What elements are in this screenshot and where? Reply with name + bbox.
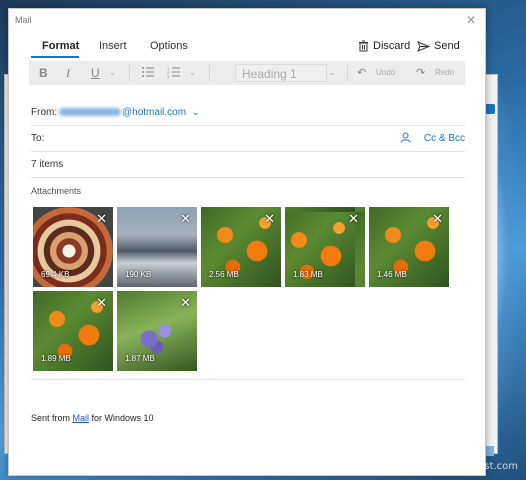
email-body-signature[interactable]: Sent from Mail for Windows 10 [31,413,154,423]
cc-bcc-button[interactable]: Cc & Bcc [400,132,465,144]
body-divider [31,379,465,380]
discard-label: Discard [373,40,411,52]
undo-label[interactable]: Undo [376,68,395,77]
active-tab-indicator [31,56,79,58]
attachment-size: 1.83 MB [293,270,323,279]
toolbar-divider [129,65,130,81]
cc-bcc-label: Cc & Bcc [423,133,465,144]
to-row: To: Cc & Bcc [31,126,465,152]
redo-icon[interactable]: ↷ [416,66,425,79]
svg-text:3: 3 [167,74,170,79]
tab-insert[interactable]: Insert [99,40,127,52]
chevron-down-icon: ⌄ [191,107,200,117]
from-account-selector[interactable]: @hotmail.com ⌄ [59,107,199,118]
attachment-thumbnail[interactable]: 2.56 MB ✕ [201,207,281,287]
attachment-size: 190 KB [125,270,152,279]
window-title: Mail [15,15,32,25]
attachment-thumbnail[interactable]: 1.87 MB ✕ [117,291,197,371]
mail-app-link[interactable]: Mail [73,413,90,423]
heading-style-dropdown[interactable]: Heading 1 [235,64,327,82]
discard-button[interactable]: Discard [358,40,410,52]
bullets-icon[interactable] [141,65,155,82]
contact-person-icon [400,132,411,143]
remove-attachment-icon[interactable]: ✕ [180,295,191,311]
from-label: From: [31,107,58,118]
chevron-down-icon[interactable]: ⌄ [189,68,196,77]
mail-compose-window: Mail ✕ Format Insert Options Discard Sen… [8,8,486,476]
ribbon-tabs: Format Insert Options Discard Send [9,37,485,59]
chevron-down-icon[interactable]: ⌄ [329,68,336,77]
background-scrollbar [486,446,494,456]
from-address: @hotmail.com [122,107,187,118]
send-button[interactable]: Send [417,40,460,52]
format-toolbar: B I U ⌄ 123 ⌄ Heading 1 ⌄ ↶ Undo ↷ Redo [29,61,465,85]
trash-icon [359,40,368,52]
italic-button[interactable]: I [66,66,70,81]
toolbar-divider [347,65,348,81]
signature-prefix: Sent from [31,413,73,423]
attachment-size: 1.89 MB [41,354,71,363]
bold-button[interactable]: B [39,66,48,80]
watermark: groovyPost.com [438,461,518,472]
send-icon [417,40,430,52]
undo-icon[interactable]: ↶ [357,66,366,79]
redacted-username [59,108,121,117]
signature-suffix: for Windows 10 [89,413,154,423]
title-bar: Mail ✕ [9,9,485,31]
attachments-label: Attachments [31,186,82,196]
remove-attachment-icon[interactable]: ✕ [264,211,275,227]
subject-row: 7 items [31,152,465,178]
numbering-icon[interactable]: 123 [167,65,181,82]
attachment-size: 69.4 KB [41,270,70,279]
close-window-icon[interactable]: ✕ [466,13,476,27]
chevron-down-icon[interactable]: ⌄ [109,68,116,77]
attachment-thumbnail[interactable]: 190 KB ✕ [117,207,197,287]
attachment-thumbnail[interactable]: 1.46 MB ✕ [369,207,449,287]
tab-format[interactable]: Format [42,40,79,52]
attachment-thumbnail[interactable]: 1.83 MB ✕ [285,207,365,287]
toolbar-divider [209,65,210,81]
underline-button[interactable]: U [91,66,100,80]
remove-attachment-icon[interactable]: ✕ [180,211,191,227]
attachment-thumbnail[interactable]: 1.89 MB ✕ [33,291,113,371]
remove-attachment-icon[interactable]: ✕ [432,211,443,227]
from-row: From: @hotmail.com ⌄ [31,100,465,126]
tab-options[interactable]: Options [150,40,188,52]
remove-attachment-icon[interactable]: ✕ [96,211,107,227]
attachment-size: 2.56 MB [209,270,239,279]
send-label: Send [434,40,460,52]
attachment-thumbnail[interactable]: 69.4 KB ✕ [33,207,113,287]
remove-attachment-icon[interactable]: ✕ [348,211,359,227]
attachment-size: 1.46 MB [377,270,407,279]
subject-field[interactable]: 7 items [31,159,63,170]
redo-label[interactable]: Redo [435,68,454,77]
remove-attachment-icon[interactable]: ✕ [96,295,107,311]
background-badge [485,104,495,114]
to-label: To: [31,133,45,144]
attachment-size: 1.87 MB [125,354,155,363]
